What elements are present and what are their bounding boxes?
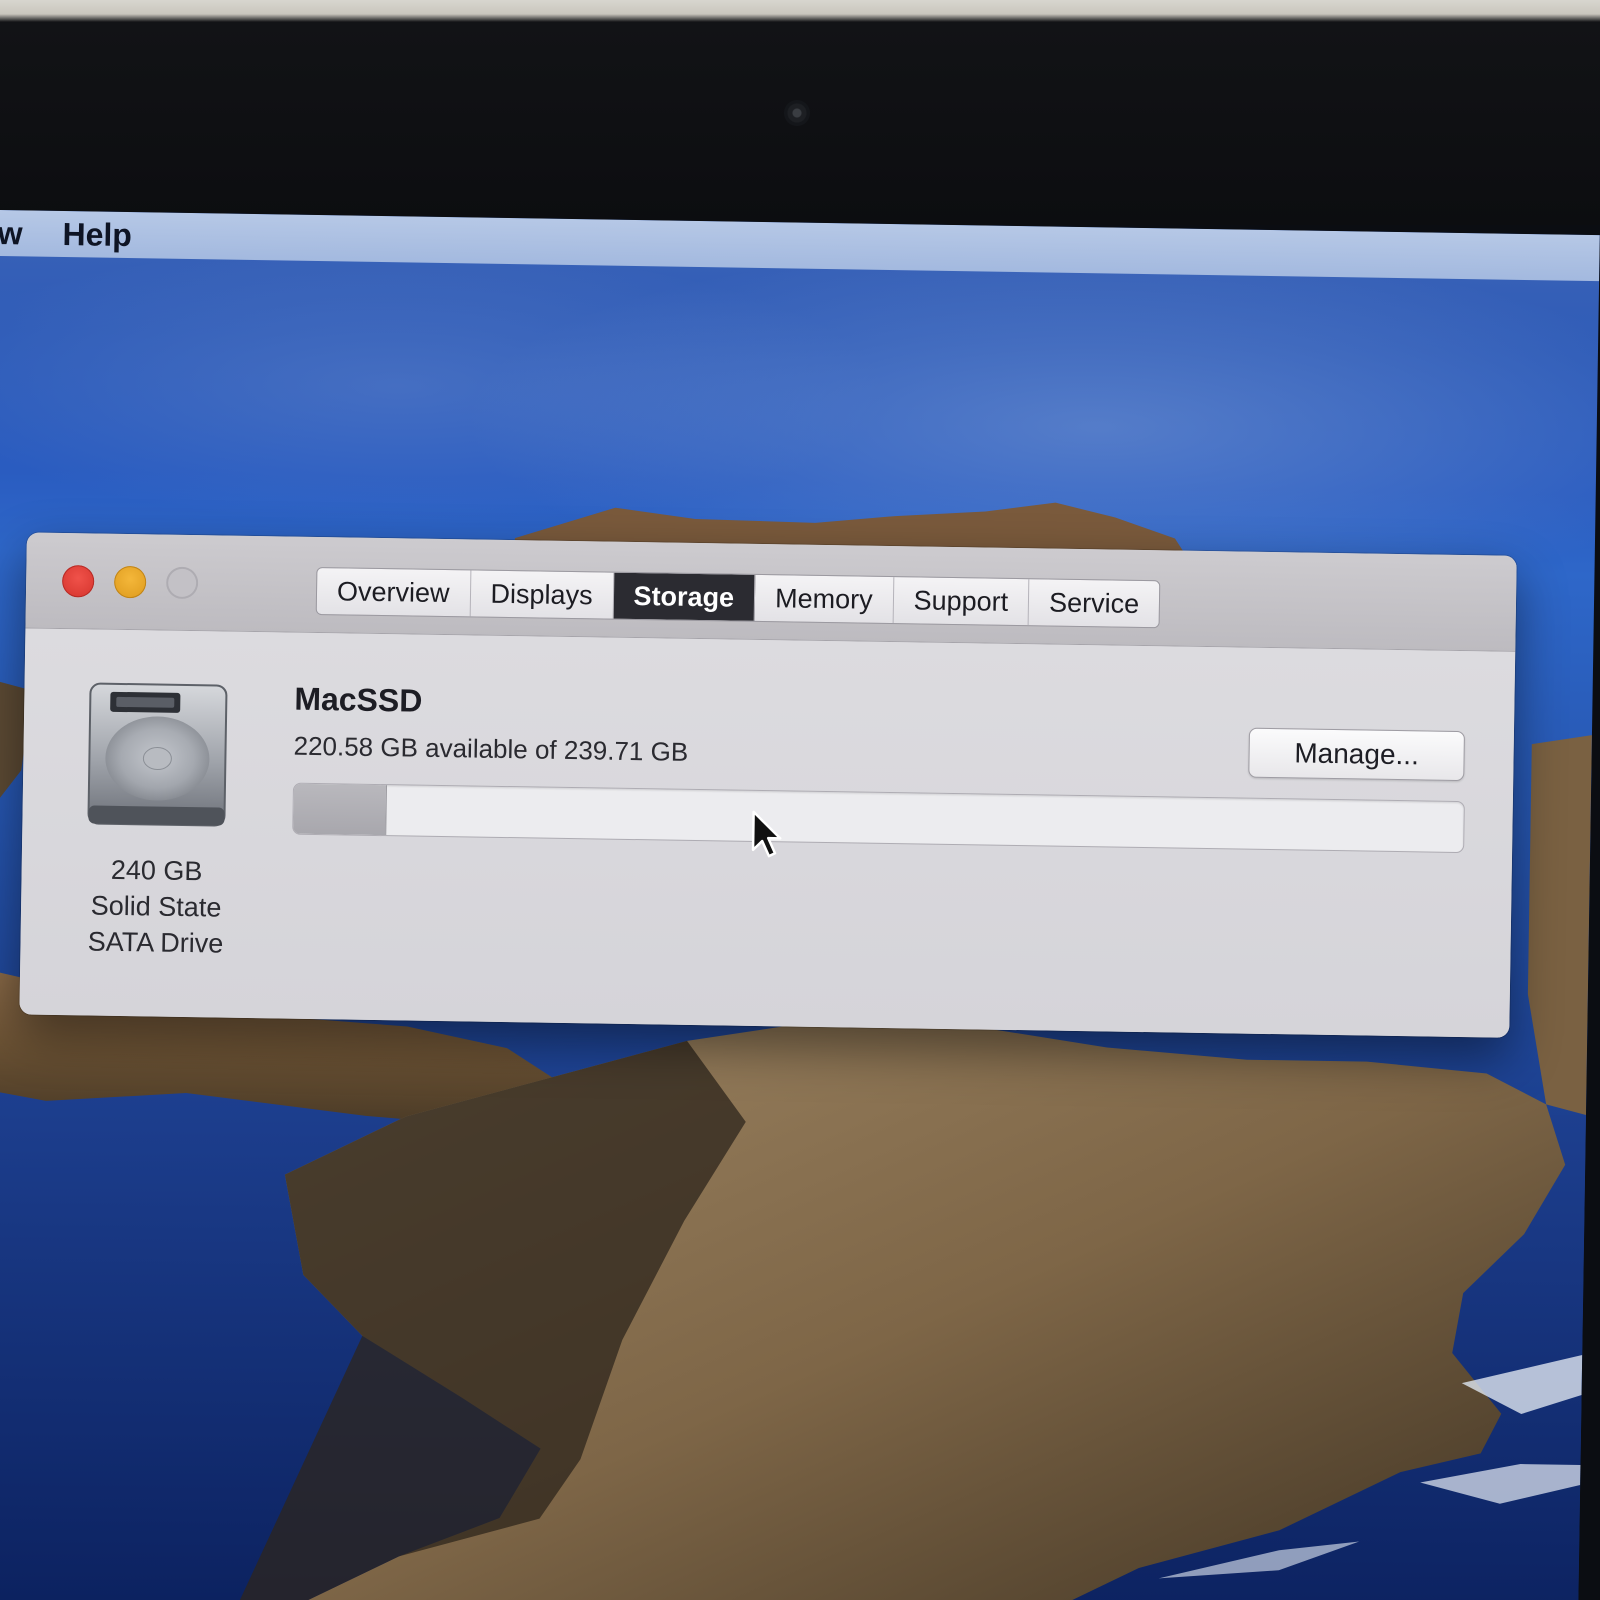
drive-interface: SATA Drive	[87, 926, 224, 959]
hard-drive-icon	[87, 682, 228, 827]
minimize-button[interactable]	[113, 565, 147, 599]
tab-memory[interactable]: Memory	[754, 574, 894, 624]
storage-used-segment	[293, 783, 388, 836]
manage-button[interactable]: Manage...	[1248, 727, 1465, 782]
mouse-pointer-icon	[751, 810, 782, 858]
drive-type: Solid State	[90, 890, 222, 923]
storage-usage-bar	[292, 782, 1465, 854]
tab-storage[interactable]: Storage	[613, 572, 756, 621]
menu-item-window[interactable]: w	[0, 214, 23, 251]
menu-item-help[interactable]: Help	[62, 215, 132, 253]
drive-capacity: 240 GB	[110, 854, 203, 887]
volume-availability: 220.58 GB available of 239.71 GB	[293, 730, 689, 767]
tab-displays[interactable]: Displays	[470, 570, 614, 619]
tab-overview[interactable]: Overview	[316, 568, 471, 617]
tab-support[interactable]: Support	[893, 577, 1030, 626]
tab-bar: Overview Displays Storage Memory Support…	[315, 567, 1161, 629]
zoom-button	[165, 566, 199, 600]
volume-name: MacSSD	[294, 680, 423, 719]
screen: w Help Overview Displays Storage Memory …	[0, 210, 1600, 1600]
camera-icon	[784, 100, 810, 126]
monitor-bezel	[0, 0, 1600, 225]
close-button[interactable]	[61, 565, 95, 598]
about-this-mac-window: Overview Displays Storage Memory Support…	[19, 532, 1517, 1038]
drive-caption: 240 GB Solid State SATA Drive	[50, 851, 262, 962]
tab-service[interactable]: Service	[1029, 579, 1160, 627]
